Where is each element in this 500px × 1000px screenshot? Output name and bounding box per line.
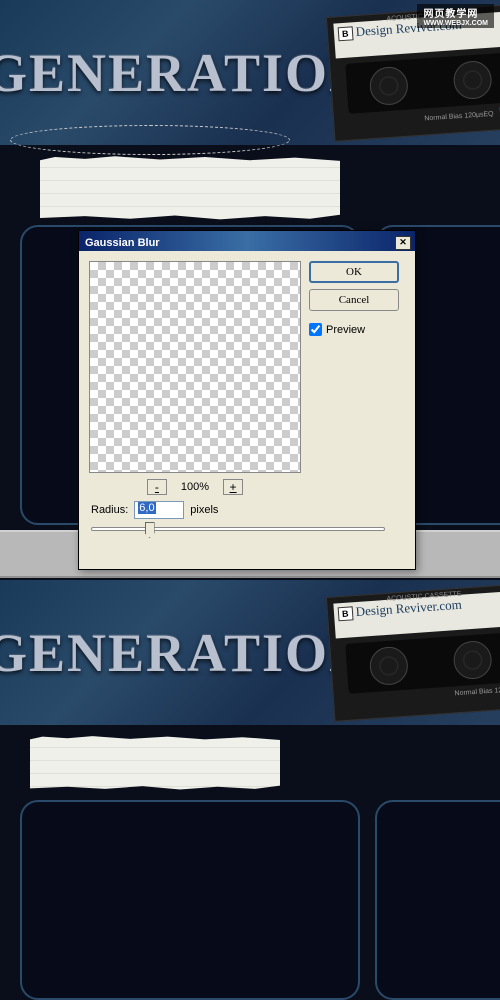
reel-left [369, 66, 410, 107]
zoom-out-button[interactable]: - [147, 479, 167, 495]
cassette-side-badge: B [338, 26, 353, 41]
gaussian-blur-dialog: Gaussian Blur ✕ - 100% + OK Cancel Previ… [78, 230, 416, 570]
ok-button[interactable]: OK [309, 261, 399, 283]
content-panel-left-b [20, 800, 360, 1000]
reel-right [452, 60, 493, 101]
close-button[interactable]: ✕ [395, 236, 411, 250]
radius-label: Radius: [91, 504, 128, 516]
preview-canvas[interactable] [89, 261, 301, 473]
cassette-side-badge-b: B [338, 606, 353, 621]
plus-icon: + [230, 480, 237, 494]
logo-main: GENERATION [0, 43, 370, 103]
cassette-tape-bottom: ACOUSTIC CASSETTE B Design Reviver.com N… [326, 583, 500, 722]
cancel-button[interactable]: Cancel [309, 289, 399, 311]
logo-main-bottom: GENERATION [0, 623, 370, 683]
minus-icon: - [155, 480, 159, 494]
radius-slider[interactable] [91, 527, 385, 531]
preview-label: Preview [326, 324, 365, 336]
logo-text-bottom: GENERATION X [0, 622, 370, 684]
radius-row: Radius: 6,0 pixels [91, 501, 218, 519]
reel-right-b [452, 640, 493, 681]
content-panel-right-b [375, 800, 500, 1000]
cassette-bias: Normal Bias 120µsEQ [424, 111, 494, 123]
logo-text: GENERATION X [0, 42, 370, 104]
dialog-titlebar[interactable]: Gaussian Blur ✕ [79, 231, 415, 251]
dialog-title: Gaussian Blur [85, 237, 160, 249]
radius-input[interactable]: 6,0 [134, 501, 184, 519]
preview-area: - 100% + [89, 261, 301, 495]
watermark-main: 网页教学网 [423, 9, 478, 20]
zoom-in-button[interactable]: + [223, 479, 243, 495]
side-controls: OK Cancel Preview [309, 261, 399, 495]
preview-checkbox-row[interactable]: Preview [309, 323, 399, 336]
slider-thumb[interactable] [145, 522, 155, 538]
radius-unit: pixels [190, 504, 218, 516]
close-icon: ✕ [399, 237, 407, 248]
zoom-level: 100% [181, 481, 209, 493]
selection-marquee [10, 125, 290, 155]
preview-checkbox[interactable] [309, 323, 322, 336]
watermark: 网页教学网 WWW.WEBJX.COM [417, 4, 494, 28]
watermark-sub: WWW.WEBJX.COM [423, 20, 488, 27]
banner-bottom: GENERATION X ACOUSTIC CASSETTE B Design … [0, 580, 500, 725]
paper-scrap-top [40, 155, 340, 220]
dialog-body: - 100% + OK Cancel Preview [79, 251, 415, 505]
paper-scrap-bottom [30, 735, 280, 790]
zoom-controls: - 100% + [89, 479, 301, 495]
cassette-bias-b: Normal Bias 120µsEQ [454, 686, 500, 698]
reel-left-b [369, 646, 410, 687]
